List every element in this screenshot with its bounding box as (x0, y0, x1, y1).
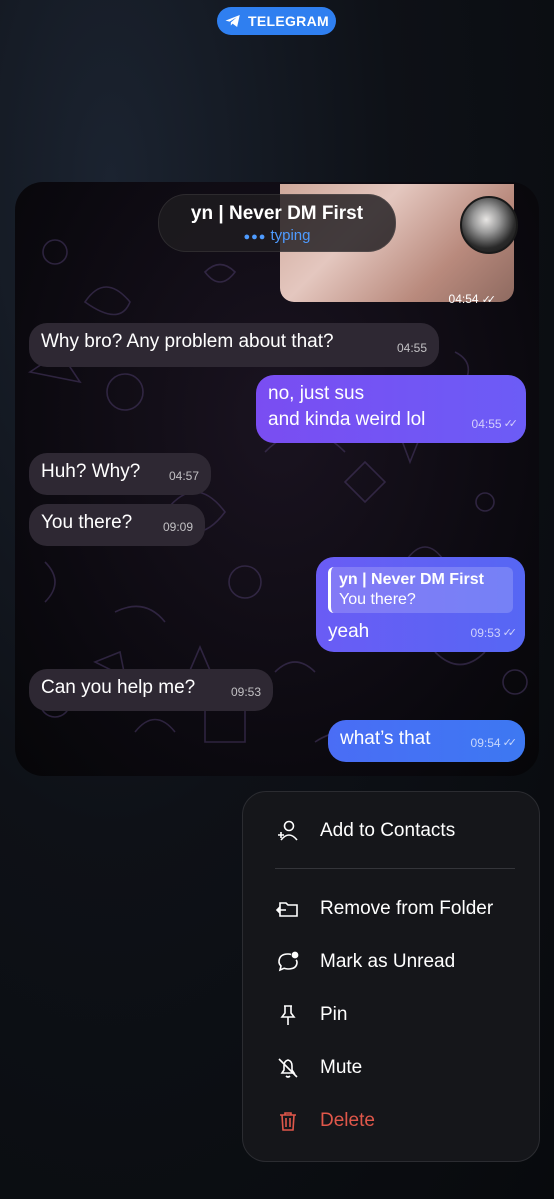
menu-item-delete[interactable]: Delete (243, 1099, 539, 1143)
photo-timestamp: 04:54 ✓✓ (448, 292, 497, 306)
reply-text: You there? (339, 591, 416, 608)
menu-divider (275, 868, 515, 869)
message-time: 04:55 ✓✓ (471, 417, 519, 431)
message-incoming[interactable]: Why bro? Any problem about that? 04:55 (29, 323, 439, 367)
message-text: what’s that (340, 728, 431, 749)
chat-preview[interactable]: 04:54 ✓✓ yn | Never DM First ●●● typing Wh… (15, 182, 539, 776)
typing-dots-icon: ●●● (243, 231, 267, 243)
avatar[interactable] (460, 196, 518, 254)
message-outgoing[interactable]: what’s that 09:54 ✓✓ (328, 720, 525, 762)
pin-icon (275, 1002, 301, 1028)
menu-item-pin[interactable]: Pin (243, 993, 539, 1037)
message-time: 09:53 ✓✓ (470, 626, 518, 640)
message-text: Huh? Why? (41, 461, 141, 482)
message-text: Why bro? Any problem about that? (41, 331, 334, 352)
message-text-line1: no, just sus (268, 383, 365, 404)
menu-item-mute[interactable]: Mute (243, 1046, 539, 1090)
menu-item-remove-from-folder[interactable]: Remove from Folder (243, 887, 539, 931)
message-time: 09:53 (230, 685, 261, 699)
reply-quote[interactable]: yn | Never DM First You there? (328, 567, 513, 613)
message-outgoing[interactable]: no, just sus and kinda weird lol 04:55 ✓✓ (256, 375, 526, 443)
app-badge[interactable]: TELEGRAM (217, 7, 336, 35)
message-incoming[interactable]: You there? 09:09 (29, 504, 205, 546)
bell-mute-icon (275, 1055, 301, 1081)
message-incoming[interactable]: Huh? Why? 04:57 (29, 453, 211, 495)
message-time: 09:09 (162, 520, 193, 534)
chat-header[interactable]: yn | Never DM First ●●● typing (158, 194, 396, 252)
menu-item-mark-as-unread[interactable]: Mark as Unread (243, 940, 539, 984)
message-time: 04:57 (168, 469, 199, 483)
app-badge-label: TELEGRAM (248, 13, 329, 29)
telegram-icon (225, 15, 240, 27)
trash-icon (275, 1108, 301, 1134)
read-checks-icon: ✓✓ (481, 293, 497, 306)
message-time: 09:54 ✓✓ (470, 736, 518, 750)
context-menu: Add to Contacts Remove from Folder Mark … (242, 791, 540, 1162)
folder-remove-icon (275, 896, 301, 922)
typing-status: ●●● typing (243, 227, 311, 244)
message-incoming[interactable]: Can you help me? 09:53 (29, 669, 273, 711)
chat-title: yn | Never DM First (190, 203, 364, 224)
reply-author: yn | Never DM First (339, 571, 484, 588)
message-text: Can you help me? (41, 677, 196, 698)
menu-item-add-to-contacts[interactable]: Add to Contacts (243, 809, 539, 853)
chat-unread-icon (275, 949, 301, 975)
message-time: 04:55 (396, 341, 427, 355)
message-text: You there? (41, 512, 133, 533)
add-contact-icon (275, 818, 301, 844)
message-outgoing-reply[interactable]: yn | Never DM First You there? yeah 09:5… (316, 557, 525, 652)
